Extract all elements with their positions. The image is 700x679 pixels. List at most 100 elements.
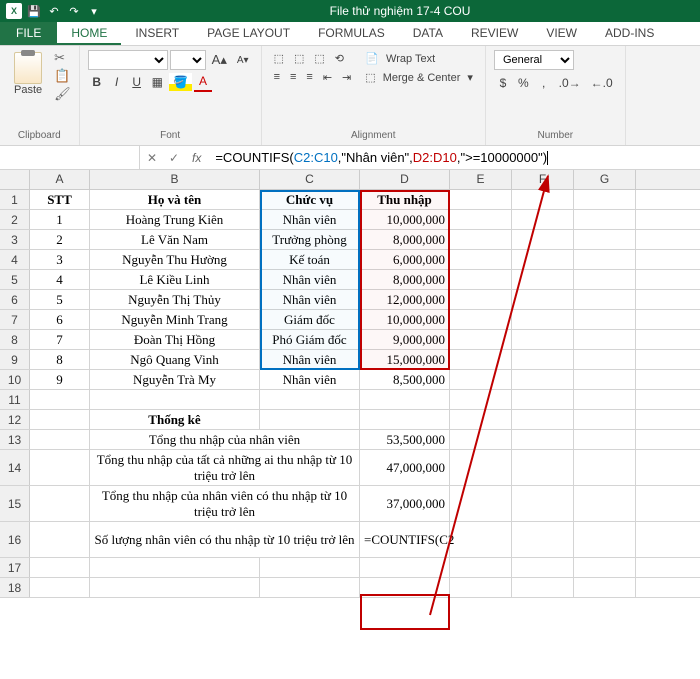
row-header-1[interactable]: 1 — [0, 190, 30, 209]
cell[interactable] — [512, 310, 574, 329]
merge-center-button[interactable]: ⬚ Merge & Center ▾ — [361, 69, 477, 86]
wrap-text-button[interactable]: 📄 Wrap Text — [361, 50, 477, 67]
cell[interactable]: 6 — [30, 310, 90, 329]
orientation-icon[interactable]: ⟲ — [331, 50, 348, 67]
italic-button[interactable]: I — [108, 73, 126, 91]
grow-font-icon[interactable]: A▴ — [208, 50, 231, 70]
cell[interactable] — [512, 190, 574, 209]
cell[interactable]: Thu nhập — [360, 190, 450, 209]
shrink-font-icon[interactable]: A▾ — [233, 53, 253, 68]
bold-button[interactable]: B — [88, 73, 106, 91]
cell[interactable]: 8,000,000 — [360, 230, 450, 249]
cell[interactable]: 53,500,000 — [360, 430, 450, 449]
cell[interactable] — [574, 270, 636, 289]
cell[interactable]: Nhân viên — [260, 290, 360, 309]
cell[interactable]: Nguyễn Thu Hường — [90, 250, 260, 269]
cell[interactable]: Lê Kiều Linh — [90, 270, 260, 289]
cell[interactable]: 12,000,000 — [360, 290, 450, 309]
col-header-C[interactable]: C — [260, 170, 360, 189]
cell[interactable] — [360, 390, 450, 409]
font-size-select[interactable] — [170, 50, 206, 70]
cell[interactable] — [512, 330, 574, 349]
cell[interactable] — [574, 370, 636, 389]
cell[interactable] — [30, 578, 90, 597]
select-all-corner[interactable] — [0, 170, 30, 189]
cell[interactable] — [90, 558, 260, 577]
cell[interactable]: 10,000,000 — [360, 210, 450, 229]
cell[interactable]: 2 — [30, 230, 90, 249]
fx-icon[interactable]: fx — [188, 151, 205, 165]
increase-decimal-icon[interactable]: .0→ — [555, 74, 585, 92]
row-header-12[interactable]: 12 — [0, 410, 30, 429]
underline-button[interactable]: U — [128, 73, 146, 91]
cell[interactable] — [30, 410, 90, 429]
cell[interactable] — [260, 410, 360, 429]
row-header-2[interactable]: 2 — [0, 210, 30, 229]
cell[interactable] — [360, 558, 450, 577]
cell[interactable]: Lê Văn Nam — [90, 230, 260, 249]
col-header-B[interactable]: B — [90, 170, 260, 189]
cell[interactable] — [574, 522, 636, 557]
cell[interactable]: 3 — [30, 250, 90, 269]
page-layout-tab[interactable]: PAGE LAYOUT — [193, 22, 304, 45]
cell[interactable] — [574, 578, 636, 597]
row-header-16[interactable]: 16 — [0, 522, 30, 557]
cell[interactable] — [512, 230, 574, 249]
cell[interactable]: 9,000,000 — [360, 330, 450, 349]
cell[interactable]: Ngô Quang Vinh — [90, 350, 260, 369]
cell[interactable]: Họ và tên — [90, 190, 260, 209]
cell[interactable] — [574, 310, 636, 329]
align-middle-icon[interactable]: ⬚ — [290, 50, 308, 67]
cell[interactable] — [574, 410, 636, 429]
percent-icon[interactable]: % — [514, 74, 533, 92]
cell[interactable] — [512, 486, 574, 521]
cell[interactable] — [512, 558, 574, 577]
review-tab[interactable]: REVIEW — [457, 22, 532, 45]
cell[interactable] — [574, 486, 636, 521]
cell[interactable]: 4 — [30, 270, 90, 289]
view-tab[interactable]: VIEW — [532, 22, 591, 45]
cell[interactable] — [574, 430, 636, 449]
cell[interactable] — [450, 430, 512, 449]
cell[interactable]: 1 — [30, 210, 90, 229]
cell[interactable] — [512, 370, 574, 389]
undo-icon[interactable]: ↶ — [46, 3, 62, 19]
cell[interactable]: Đoàn Thị Hồng — [90, 330, 260, 349]
cell[interactable]: Nhân viên — [260, 210, 360, 229]
name-box[interactable] — [0, 146, 140, 169]
cell[interactable] — [30, 430, 90, 449]
comma-icon[interactable]: , — [535, 74, 553, 92]
cell[interactable]: Trưởng phòng — [260, 230, 360, 249]
cell[interactable] — [512, 578, 574, 597]
cell[interactable]: 15,000,000 — [360, 350, 450, 369]
cell[interactable] — [450, 210, 512, 229]
col-header-D[interactable]: D — [360, 170, 450, 189]
cell[interactable] — [450, 310, 512, 329]
cell[interactable] — [90, 390, 260, 409]
row-header-18[interactable]: 18 — [0, 578, 30, 597]
align-bottom-icon[interactable]: ⬚ — [310, 50, 328, 67]
cell[interactable] — [30, 558, 90, 577]
cell[interactable] — [450, 270, 512, 289]
cell[interactable] — [512, 270, 574, 289]
align-top-icon[interactable]: ⬚ — [270, 50, 288, 67]
insert-tab[interactable]: INSERT — [121, 22, 193, 45]
cell[interactable] — [512, 430, 574, 449]
cell[interactable]: Nguyễn Thị Thủy — [90, 290, 260, 309]
cell[interactable] — [574, 210, 636, 229]
number-format-select[interactable]: General — [494, 50, 574, 70]
align-left-icon[interactable]: ≡ — [270, 69, 284, 86]
row-header-8[interactable]: 8 — [0, 330, 30, 349]
cell[interactable] — [574, 230, 636, 249]
cell[interactable]: Nguyễn Minh Trang — [90, 310, 260, 329]
row-header-5[interactable]: 5 — [0, 270, 30, 289]
cell[interactable] — [260, 558, 360, 577]
cell[interactable]: 37,000,000 — [360, 486, 450, 521]
cell[interactable]: Nhân viên — [260, 350, 360, 369]
col-header-F[interactable]: F — [512, 170, 574, 189]
cell[interactable]: 8,000,000 — [360, 270, 450, 289]
cell[interactable] — [360, 578, 450, 597]
formulas-tab[interactable]: FORMULAS — [304, 22, 399, 45]
redo-icon[interactable]: ↷ — [66, 3, 82, 19]
save-icon[interactable]: 💾 — [26, 3, 42, 19]
